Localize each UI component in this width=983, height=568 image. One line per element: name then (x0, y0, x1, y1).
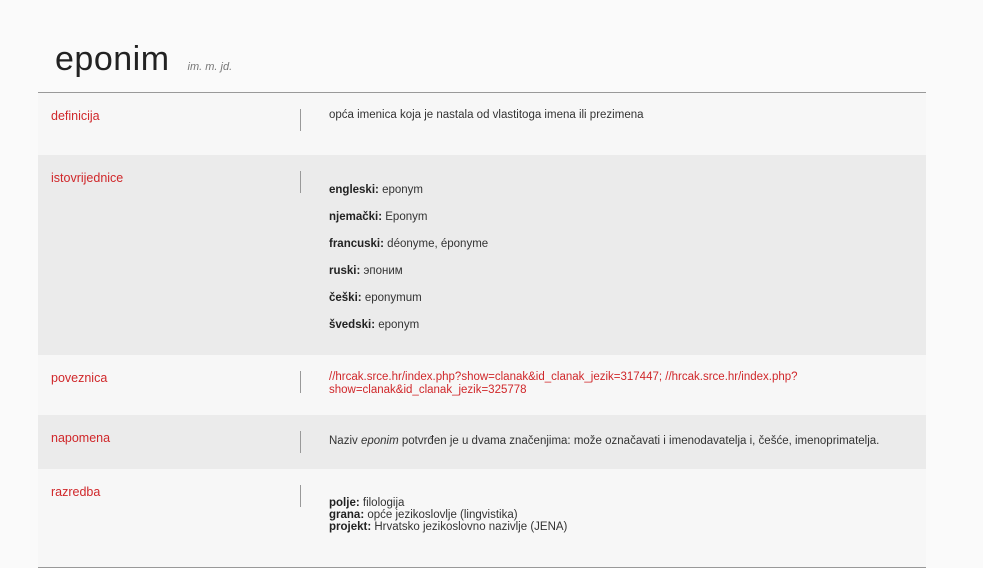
label-poveznica: poveznica (51, 371, 108, 385)
row-separator (300, 485, 301, 507)
row-istovrijednice: istovrijednice engleski: eponym njemački… (38, 155, 926, 355)
row-separator (300, 371, 301, 393)
definition-text: opća imenica koja je nastala od vlastito… (329, 109, 644, 121)
equivalent-item: ruski: эпоним (329, 265, 403, 277)
hrcak-link[interactable]: //hrcak.srce.hr/index.php?show=clanak&id… (329, 371, 798, 396)
classification-item: grana: opće jezikoslovlje (lingvistika) (329, 509, 518, 521)
classification-item: polje: filologija (329, 497, 405, 509)
grammar-info: im. m. jd. (187, 61, 233, 73)
row-poveznica: poveznica //hrcak.srce.hr/index.php?show… (38, 355, 926, 415)
label-razredba: razredba (51, 485, 101, 499)
link-container: //hrcak.srce.hr/index.php?show=clanak&id… (300, 355, 926, 415)
row-separator (300, 431, 301, 453)
label-definicija: definicija (51, 109, 100, 123)
equivalent-item: češki: eponymum (329, 292, 422, 304)
row-separator (300, 109, 301, 131)
label-napomena: napomena (51, 431, 111, 445)
entry-header: eponim im. m. jd. (55, 40, 232, 79)
row-napomena: napomena Naziv eponim potvrđen je u dvam… (38, 415, 926, 469)
equivalents-list: engleski: eponym njemački: Eponym francu… (300, 155, 926, 355)
classification-item: projekt: Hrvatsko jezikoslovno nazivlje … (329, 521, 568, 533)
entry-table: definicija opća imenica koja je nastala … (38, 92, 926, 568)
entry-term: eponim (55, 40, 170, 78)
equivalent-item: njemački: Eponym (329, 211, 428, 223)
note-text: Naziv eponim potvrđen je u dvama značenj… (329, 435, 880, 447)
page: eponim im. m. jd. definicija opća imenic… (0, 0, 983, 568)
classification-list: polje: filologija grana: opće jezikoslov… (300, 469, 926, 567)
equivalent-item: engleski: eponym (329, 184, 423, 196)
row-separator (300, 171, 301, 193)
equivalent-item: švedski: eponym (329, 319, 420, 331)
row-definicija: definicija opća imenica koja je nastala … (38, 93, 926, 155)
row-razredba: razredba polje: filologija grana: opće j… (38, 469, 926, 567)
label-istovrijednice: istovrijednice (51, 171, 124, 185)
equivalent-item: francuski: déonyme, éponyme (329, 238, 489, 250)
